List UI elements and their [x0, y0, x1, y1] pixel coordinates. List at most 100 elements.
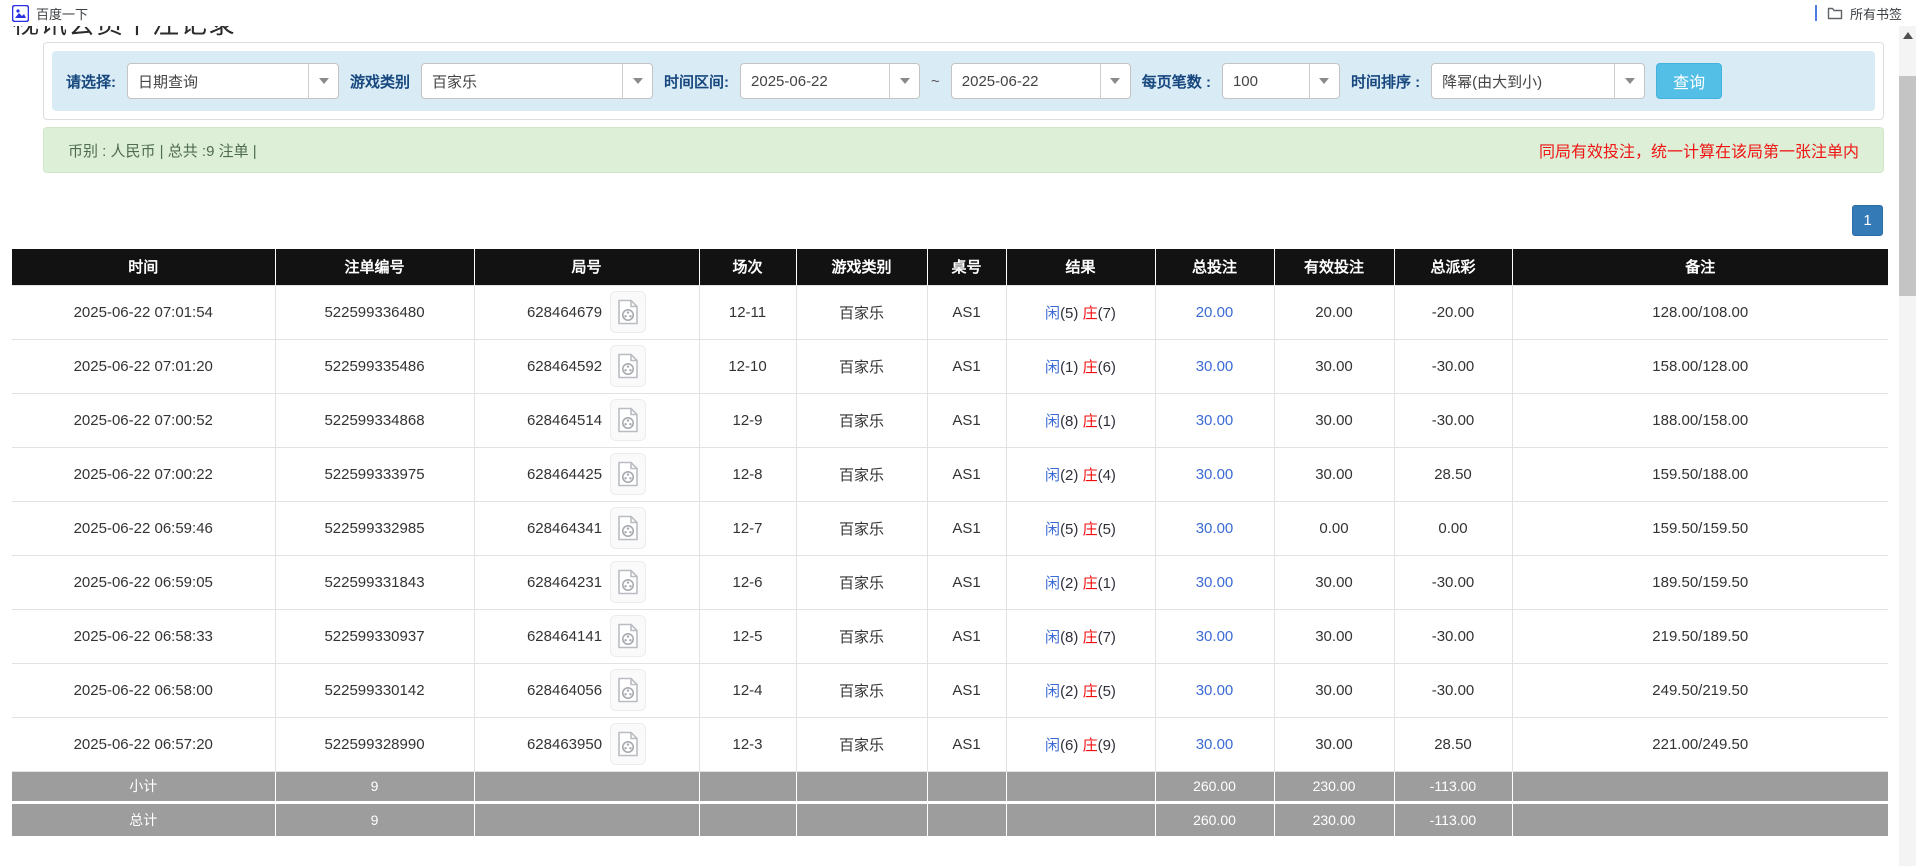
- cell-total-bet[interactable]: 30.00: [1155, 609, 1274, 663]
- banker-score: (7): [1098, 305, 1116, 322]
- cell-payout: -30.00: [1394, 555, 1512, 609]
- summary-note: 同局有效投注，统一计算在该局第一张注单内: [1539, 138, 1859, 162]
- player-label: 闲: [1045, 467, 1060, 484]
- round-number: 628464592: [527, 358, 602, 375]
- subtotal-row-cell: [474, 771, 699, 802]
- cell-game-type: 百家乐: [796, 663, 927, 717]
- query-type-value: 日期查询: [128, 64, 308, 98]
- video-replay-button[interactable]: [610, 561, 646, 603]
- chevron-down-icon: [622, 64, 652, 98]
- total-bet-link[interactable]: 30.00: [1196, 412, 1234, 429]
- scrollbar-thumb[interactable]: [1899, 76, 1916, 296]
- cell-game-type: 百家乐: [796, 555, 927, 609]
- query-type-select[interactable]: 日期查询: [127, 63, 339, 99]
- pagination-page-1[interactable]: 1: [1852, 205, 1883, 236]
- video-replay-button[interactable]: [610, 615, 646, 657]
- banker-label: 庄: [1083, 683, 1098, 700]
- cell-game-type: 百家乐: [796, 609, 927, 663]
- cell-payout: 0.00: [1394, 501, 1512, 555]
- video-replay-button[interactable]: [610, 507, 646, 549]
- round-number: 628464425: [527, 466, 602, 483]
- player-score: (8): [1060, 629, 1078, 646]
- table-row: 2025-06-22 07:00:52522599334868628464514…: [12, 393, 1888, 447]
- player-score: (6): [1060, 737, 1078, 754]
- video-replay-button[interactable]: [610, 399, 646, 441]
- cell-total-bet[interactable]: 30.00: [1155, 717, 1274, 771]
- total-bet-link[interactable]: 30.00: [1196, 466, 1234, 483]
- date-to-select[interactable]: 2025-06-22: [951, 63, 1131, 99]
- date-to-value: 2025-06-22: [952, 64, 1100, 98]
- cell-total-bet[interactable]: 30.00: [1155, 555, 1274, 609]
- game-type-select[interactable]: 百家乐: [421, 63, 653, 99]
- video-replay-button[interactable]: [610, 723, 646, 765]
- bookmarks-bar: 百度一下 所有书签: [0, 0, 1916, 26]
- cell-payout: 28.50: [1394, 717, 1512, 771]
- cell-remark: 159.50/159.50: [1512, 501, 1888, 555]
- filter-panel: 请选择: 日期查询 游戏类别 百家乐 时间区间: 2025-06-22 ~ 20…: [52, 51, 1875, 111]
- player-score: (2): [1060, 467, 1078, 484]
- subtotal-row-cell: [1006, 771, 1155, 802]
- column-header: 总派彩: [1394, 249, 1512, 285]
- cell-total-bet[interactable]: 30.00: [1155, 447, 1274, 501]
- player-label: 闲: [1045, 629, 1060, 646]
- sort-order-select[interactable]: 降幂(由大到小): [1431, 63, 1645, 99]
- column-header: 结果: [1006, 249, 1155, 285]
- banker-label: 庄: [1083, 359, 1098, 376]
- bet-records-table: 时间注单编号局号场次游戏类别桌号结果总投注有效投注总派彩备注 2025-06-2…: [12, 249, 1888, 836]
- vertical-scrollbar[interactable]: [1899, 26, 1916, 866]
- search-button[interactable]: 查询: [1656, 63, 1722, 99]
- cell-session: 12-3: [699, 717, 796, 771]
- cell-total-bet[interactable]: 30.00: [1155, 339, 1274, 393]
- sort-order-value: 降幂(由大到小): [1432, 64, 1614, 98]
- cell-total-bet[interactable]: 30.00: [1155, 393, 1274, 447]
- table-row: 2025-06-22 06:58:33522599330937628464141…: [12, 609, 1888, 663]
- player-label: 闲: [1045, 413, 1060, 430]
- player-score: (5): [1060, 521, 1078, 538]
- total-bet-link[interactable]: 20.00: [1196, 304, 1234, 321]
- video-replay-button[interactable]: [610, 345, 646, 387]
- total-bet-link[interactable]: 30.00: [1196, 520, 1234, 537]
- cell-bet-no: 522599332985: [275, 501, 474, 555]
- video-replay-button[interactable]: [610, 453, 646, 495]
- cell-valid-bet: 30.00: [1274, 339, 1394, 393]
- column-header: 场次: [699, 249, 796, 285]
- banker-score: (6): [1098, 359, 1116, 376]
- chevron-down-icon: [308, 64, 338, 98]
- page-size-select[interactable]: 100: [1222, 63, 1340, 99]
- subtotal-row-cell: -113.00: [1394, 771, 1512, 802]
- date-from-select[interactable]: 2025-06-22: [740, 63, 920, 99]
- cell-result: 闲(2) 庄(1): [1006, 555, 1155, 609]
- banker-label: 庄: [1083, 467, 1098, 484]
- video-replay-button[interactable]: [610, 669, 646, 711]
- all-bookmarks-button[interactable]: 所有书签: [1827, 4, 1902, 23]
- column-header: 注单编号: [275, 249, 474, 285]
- cell-bet-no: 522599335486: [275, 339, 474, 393]
- cell-total-bet[interactable]: 30.00: [1155, 663, 1274, 717]
- total-bet-link[interactable]: 30.00: [1196, 682, 1234, 699]
- round-number: 628464141: [527, 628, 602, 645]
- banker-score: (1): [1098, 413, 1116, 430]
- total-bet-link[interactable]: 30.00: [1196, 628, 1234, 645]
- subtotal-row-cell: 260.00: [1155, 771, 1274, 802]
- cell-remark: 219.50/189.50: [1512, 609, 1888, 663]
- cell-table-no: AS1: [927, 663, 1006, 717]
- total-row-cell: [474, 802, 699, 836]
- bookmark-baidu[interactable]: 百度一下: [12, 4, 88, 23]
- cell-table-no: AS1: [927, 393, 1006, 447]
- cell-round-no: 628464141: [474, 609, 699, 663]
- scroll-up-arrow-icon[interactable]: [1899, 26, 1916, 44]
- banker-label: 庄: [1083, 737, 1098, 754]
- total-bet-link[interactable]: 30.00: [1196, 574, 1234, 591]
- total-bet-link[interactable]: 30.00: [1196, 358, 1234, 375]
- total-bet-link[interactable]: 30.00: [1196, 736, 1234, 753]
- cell-payout: -30.00: [1394, 393, 1512, 447]
- subtotal-row-cell: 9: [275, 771, 474, 802]
- cell-bet-no: 522599334868: [275, 393, 474, 447]
- date-range-label: 时间区间:: [664, 71, 729, 92]
- cell-total-bet[interactable]: 30.00: [1155, 501, 1274, 555]
- cell-result: 闲(5) 庄(7): [1006, 285, 1155, 339]
- cell-total-bet[interactable]: 20.00: [1155, 285, 1274, 339]
- chevron-down-icon: [1100, 64, 1130, 98]
- cell-payout: 28.50: [1394, 447, 1512, 501]
- video-replay-button[interactable]: [610, 291, 646, 333]
